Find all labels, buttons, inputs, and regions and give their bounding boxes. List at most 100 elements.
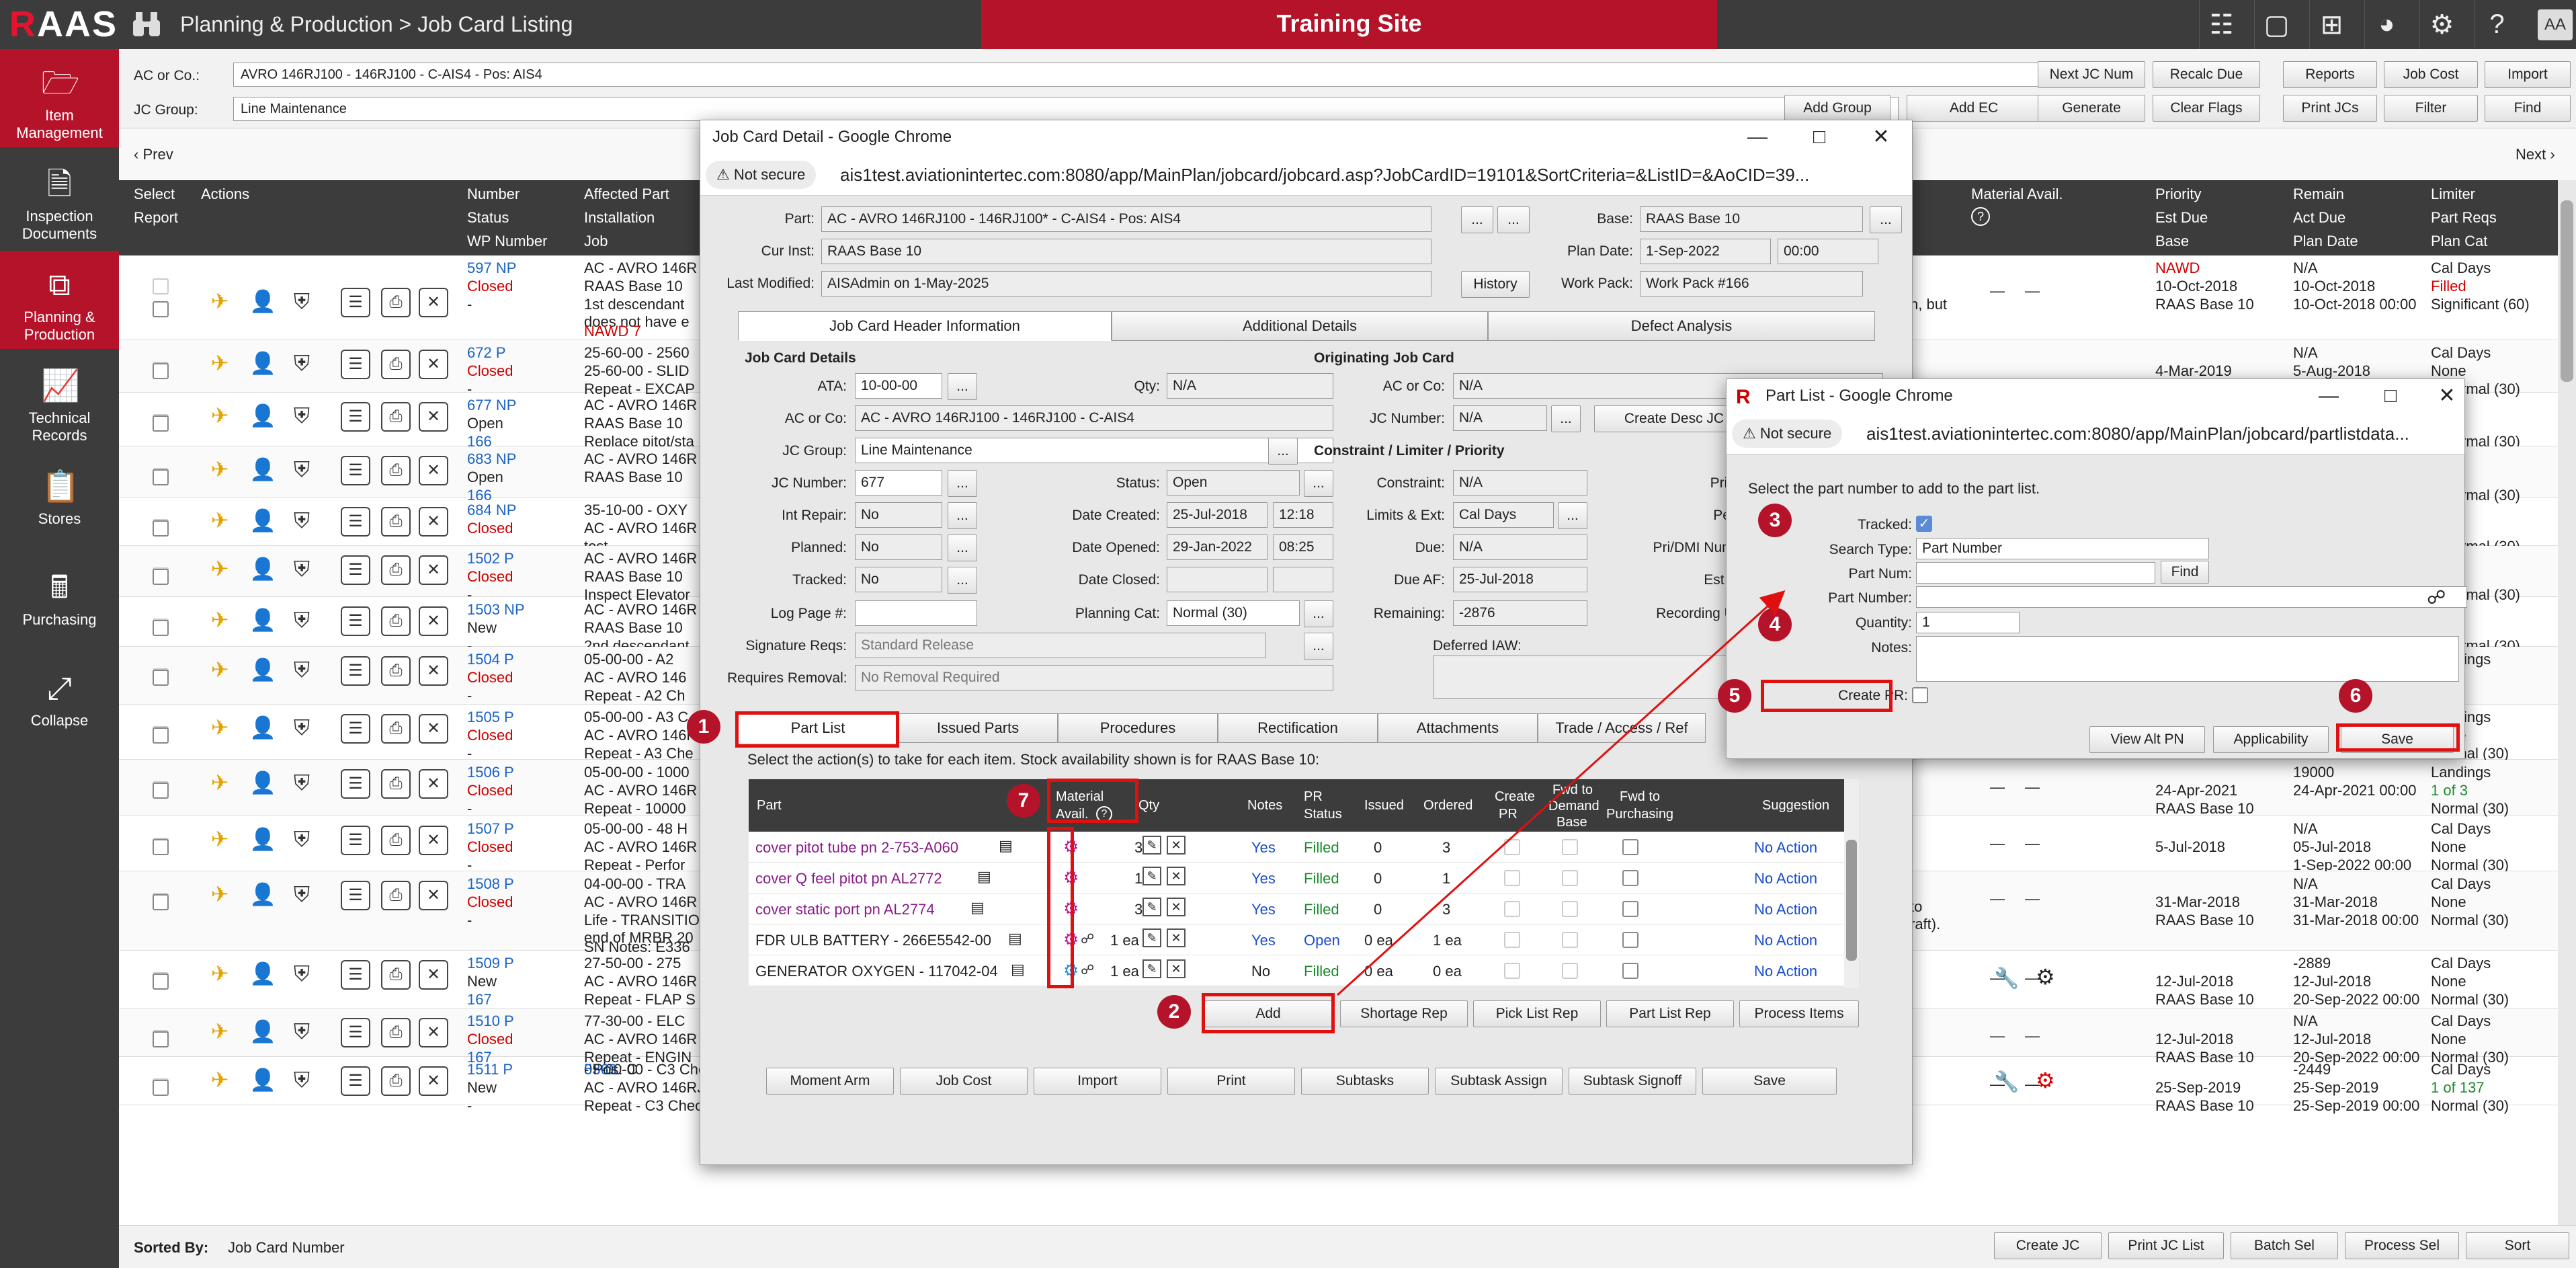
tracked-lookup-button[interactable]: ...	[948, 567, 977, 594]
edit-icon[interactable]: ✎	[1142, 928, 1161, 947]
select-checkbox[interactable]	[153, 520, 169, 537]
print-icon[interactable]: ⎙	[381, 714, 411, 744]
select-checkbox[interactable]	[153, 894, 169, 910]
url-text[interactable]: ais1test.aviationintertec.com:8080/app/M…	[1866, 413, 2409, 454]
user-assign-icon[interactable]: 👤	[248, 606, 278, 633]
fwd-demand-checkbox[interactable]	[1562, 901, 1578, 917]
url-text[interactable]: ais1test.aviationintertec.com:8080/app/M…	[840, 154, 1809, 196]
print-icon[interactable]: ⎙	[381, 1018, 411, 1047]
job-number-link[interactable]: 1511 P	[467, 1061, 513, 1078]
part-list-rep-button[interactable]: Part List Rep	[1606, 1000, 1734, 1027]
job-number-link[interactable]: 1505 P	[467, 709, 514, 726]
plane-status-icon[interactable]: ✈	[205, 350, 235, 377]
int-repair-lookup-button[interactable]: ...	[948, 502, 977, 529]
limits-lookup-button[interactable]: ...	[1558, 502, 1587, 529]
orig-jc-number-field[interactable]: N/A	[1453, 405, 1547, 431]
remove-icon[interactable]: ✕	[419, 656, 448, 686]
suggestion[interactable]: No Action	[1754, 870, 1817, 887]
tab-issued-parts[interactable]: Issued Parts	[898, 713, 1058, 743]
part-notes-icon[interactable]: ▤	[1008, 930, 1022, 947]
job-number-link[interactable]: 1506 P	[467, 764, 514, 781]
list-icon[interactable]: ☰	[341, 507, 370, 537]
filter-button[interactable]: Filter	[2384, 95, 2478, 122]
user-assign-icon[interactable]: 👤	[248, 1018, 278, 1045]
plane-status-icon[interactable]: ✈	[205, 656, 235, 683]
list-icon[interactable]: ☰	[341, 656, 370, 686]
job-number-link[interactable]: 672 P	[467, 344, 506, 362]
plane-status-icon[interactable]: ✈	[205, 507, 235, 534]
find-part-button[interactable]: Find	[2161, 561, 2209, 584]
planned-lookup-button[interactable]: ...	[948, 534, 977, 561]
edit-icon[interactable]: ✎	[1142, 867, 1161, 885]
job-number-link[interactable]: 597 NP	[467, 260, 516, 277]
select-checkbox[interactable]	[153, 670, 169, 686]
plane-status-icon[interactable]: ✈	[205, 606, 235, 633]
remove-icon[interactable]: ✕	[419, 606, 448, 636]
next-jc-num-button[interactable]: Next JC Num	[2038, 61, 2145, 88]
part-name[interactable]: cover Q feel pitot pn AL2772	[755, 870, 942, 887]
view-alt-pn-button[interactable]: View Alt PN	[2089, 726, 2205, 753]
int-repair-field[interactable]: No	[855, 502, 942, 528]
part-name[interactable]: cover static port pn AL2774	[755, 901, 935, 918]
cur-inst-field[interactable]: RAAS Base 10	[821, 239, 1431, 264]
list-icon[interactable]: ☰	[341, 1066, 370, 1096]
user-assign-icon[interactable]: 👤	[248, 769, 278, 796]
user-assign-icon[interactable]: 👤	[248, 881, 278, 908]
user-assign-icon[interactable]: 👤	[248, 1066, 278, 1093]
select-checkbox[interactable]	[153, 301, 169, 317]
import-button[interactable]: Import	[1034, 1068, 1161, 1095]
fwd-purchasing-checkbox[interactable]	[1622, 901, 1638, 917]
notes-value[interactable]: Yes	[1251, 932, 1276, 949]
part-list-row[interactable]: FDR ULB BATTERY - 266E5542-00 ▤ ⚙ ☍ 1 ea ✎ ✕ Ye…	[749, 924, 1859, 955]
user-assign-icon[interactable]: 👤	[248, 288, 278, 315]
remove-icon[interactable]: ✕	[419, 826, 448, 855]
maximize-icon[interactable]: □	[1800, 120, 1838, 154]
plan-date-field[interactable]: 1-Sep-2022	[1640, 239, 1771, 264]
part-number-select[interactable]	[1916, 586, 2467, 608]
list-icon[interactable]: ☰	[341, 1018, 370, 1047]
create-pr-checkbox[interactable]	[1504, 870, 1520, 886]
work-pack-field[interactable]: Work Pack #166	[1640, 271, 1863, 296]
jc-number-lookup-button[interactable]: ...	[948, 470, 977, 497]
shield-check-icon[interactable]: ⛨	[287, 606, 317, 633]
minimize-icon[interactable]: —	[2310, 379, 2348, 413]
close-icon[interactable]: ✕	[2428, 379, 2466, 413]
user-assign-icon[interactable]: 👤	[248, 402, 278, 429]
sidebar-item-inspection-documents[interactable]: 🗎 Inspection Documents	[0, 150, 119, 248]
remove-icon[interactable]: ✕	[419, 1018, 448, 1047]
print-icon[interactable]: ⎙	[381, 402, 411, 432]
help-icon[interactable]: ?	[1971, 207, 1990, 226]
fwd-purchasing-checkbox[interactable]	[1622, 963, 1638, 979]
requires-removal-select[interactable]: No Removal Required	[855, 665, 1333, 690]
base-field[interactable]: RAAS Base 10	[1640, 206, 1863, 232]
sidebar-item-purchasing[interactable]: 🖩 Purchasing	[0, 553, 119, 651]
orig-jc-lookup-button[interactable]: ...	[1551, 405, 1581, 432]
scrollbar-thumb[interactable]	[2561, 200, 2573, 382]
fwd-purchasing-checkbox[interactable]	[1622, 932, 1638, 948]
part-notes-icon[interactable]: ▤	[999, 837, 1013, 855]
tab-header-info[interactable]: Job Card Header Information	[738, 311, 1112, 341]
remove-icon[interactable]: ✕	[419, 402, 448, 432]
sidebar-item-stores[interactable]: 📋 Stores	[0, 452, 119, 551]
search-type-select[interactable]: Part Number	[1916, 538, 2209, 559]
delete-icon[interactable]: ✕	[1167, 959, 1186, 978]
base-lookup-button[interactable]: ...	[1870, 206, 1902, 233]
ata-lookup-button[interactable]: ...	[948, 373, 977, 400]
select-checkbox[interactable]	[153, 974, 169, 990]
ac-select[interactable]: AVRO 146RJ100 - 146RJ100 - C-AIS4 - Pos:…	[233, 63, 2143, 87]
gear-icon[interactable]: ⚙	[2036, 964, 2055, 990]
plane-status-icon[interactable]: ✈	[205, 456, 235, 483]
not-secure-badge[interactable]: ⚠ Not secure	[706, 161, 817, 189]
print-icon[interactable]: ⎙	[381, 826, 411, 855]
part-notes-icon[interactable]: ▤	[970, 899, 985, 916]
print-button[interactable]: Print	[1167, 1068, 1295, 1095]
user-assign-icon[interactable]: 👤	[248, 960, 278, 987]
select-checkbox[interactable]	[153, 415, 169, 432]
job-cost-button[interactable]: Job Cost	[900, 1068, 1028, 1095]
create-pr-checkbox[interactable]	[1504, 901, 1520, 917]
plane-status-icon[interactable]: ✈	[205, 826, 235, 853]
list-icon[interactable]: ☰	[341, 350, 370, 379]
part-list-row[interactable]: cover static port pn AL2774 ▤ ⚙ 3 ✎ ✕ Yes Fille…	[749, 894, 1859, 924]
print-icon[interactable]: ⎙	[381, 656, 411, 686]
part-list-row[interactable]: cover Q feel pitot pn AL2772 ▤ ⚙ 1 ✎ ✕ Yes Fill…	[749, 863, 1859, 894]
